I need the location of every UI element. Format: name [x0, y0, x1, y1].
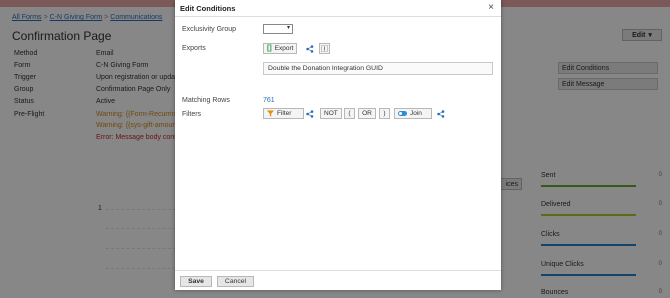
bracket-export-icon: [] [267, 45, 272, 52]
edit-conditions-modal: Edit Conditions × Exclusivity Group ▾ Ex… [175, 0, 501, 290]
exports-label: Exports [182, 45, 206, 52]
filters-label: Filters [182, 111, 202, 118]
modal-title: Edit Conditions [180, 4, 236, 13]
join-button[interactable]: Join [394, 108, 432, 119]
cancel-button[interactable]: Cancel [217, 276, 254, 287]
modal-header: Edit Conditions × [175, 0, 501, 17]
save-button[interactable]: Save [180, 276, 212, 287]
fields-icon[interactable] [319, 43, 330, 54]
exclusivity-group-select[interactable]: ▾ [263, 24, 293, 34]
join-label: Join [410, 110, 422, 117]
not-button[interactable]: NOT [320, 108, 342, 119]
chevron-down-icon: ▾ [286, 25, 290, 31]
guid-input[interactable]: Double the Donation Integration GUID [263, 62, 493, 75]
open-paren-button[interactable]: ( [344, 108, 355, 119]
exclusivity-group-label: Exclusivity Group [182, 26, 237, 33]
modal-footer: Save Cancel [175, 270, 501, 290]
export-button[interactable]: [] Export [263, 43, 298, 54]
close-icon[interactable]: × [488, 2, 494, 13]
join-toggle-icon [398, 111, 407, 116]
matching-rows-label: Matching Rows [182, 97, 230, 104]
share-icon[interactable] [304, 108, 315, 119]
funnel-icon [267, 110, 274, 117]
export-label: Export [274, 45, 294, 52]
matching-rows-value[interactable]: 761 [263, 97, 275, 104]
share-icon[interactable] [435, 108, 446, 119]
or-button[interactable]: OR [358, 108, 376, 119]
filter-button[interactable]: Filter [263, 108, 304, 119]
filter-label: Filter [277, 110, 292, 117]
close-paren-button[interactable]: ) [379, 108, 390, 119]
share-icon[interactable] [304, 43, 315, 54]
